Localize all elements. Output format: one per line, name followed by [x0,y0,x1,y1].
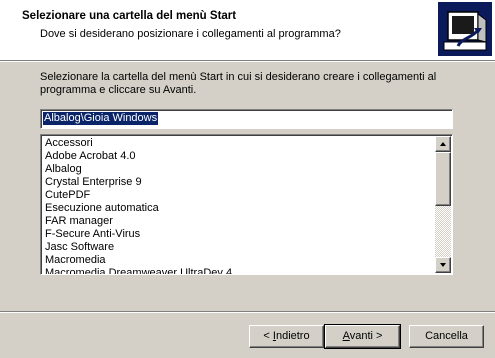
computer-setup-icon [438,2,492,56]
instructions-line-2: programma e cliccare su Avanti. [40,84,197,96]
next-button[interactable]: Avanti > [324,324,401,349]
list-item[interactable]: Crystal Enterprise 9 [43,176,435,189]
folder-list-items: Accessori Adobe Acrobat 4.0 Albalog Crystal… [43,137,435,274]
arrow-down-icon [440,263,446,267]
list-item[interactable]: Albalog [43,163,435,176]
folder-list-scrollbar[interactable] [435,136,451,273]
wizard-header: Selezionare una cartella del menù Start … [0,0,495,60]
next-rest: vanti > [349,330,383,342]
list-item[interactable]: CutePDF [43,189,435,202]
page-title: Selezionare una cartella del menù Start [22,10,237,22]
footer-separator [0,311,495,313]
scroll-up-button[interactable] [435,136,451,152]
back-prefix: < [263,330,273,342]
header-separator [0,60,495,62]
list-item[interactable]: Adobe Acrobat 4.0 [43,150,435,163]
back-button[interactable]: < Indietro [249,325,324,348]
cancel-button-label: Cancella [425,330,468,342]
page-subtitle: Dove si desiderano posizionare i collega… [40,28,341,40]
list-item[interactable]: FAR manager [43,215,435,228]
list-item[interactable]: Macromedia [43,254,435,267]
list-item[interactable]: Esecuzione automatica [43,202,435,215]
list-item[interactable]: Accessori [43,137,435,150]
start-menu-folder-list[interactable]: Accessori Adobe Acrobat 4.0 Albalog Crystal… [40,134,453,275]
start-menu-folder-input[interactable]: Albalog\Gioia Windows [40,109,453,129]
scroll-thumb[interactable] [435,152,451,206]
folder-input-value: Albalog\Gioia Windows [43,112,159,125]
next-accelerator: A [342,330,350,342]
list-item[interactable]: Macromedia Dreamweaver UltraDev 4 [43,267,435,274]
back-button-label: < Indietro [263,330,309,342]
next-button-label: Avanti > [343,330,383,342]
back-rest: ndietro [275,330,310,342]
scroll-down-button[interactable] [435,257,451,273]
list-item[interactable]: F-Secure Anti-Virus [43,228,435,241]
instructions-line-1: Selezionare la cartella del menù Start i… [40,71,437,83]
instructions-text: Selezionare la cartella del menù Start i… [40,71,460,97]
arrow-up-icon [440,142,446,146]
list-item[interactable]: Jasc Software [43,241,435,254]
cancel-button[interactable]: Cancella [409,325,484,348]
